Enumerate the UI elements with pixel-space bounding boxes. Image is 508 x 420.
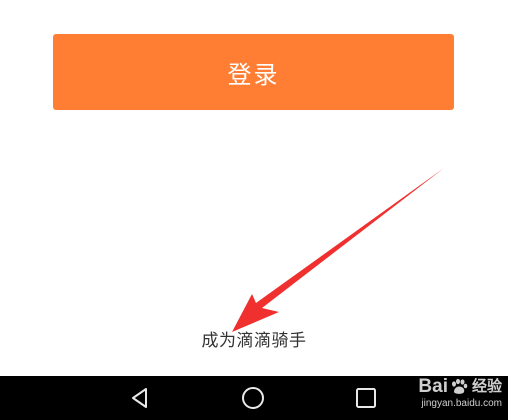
watermark-logo: Bai 经验 <box>418 377 502 396</box>
back-button[interactable] <box>118 376 162 420</box>
paw-icon <box>451 378 468 394</box>
become-rider-label: 成为滴滴骑手 <box>201 331 307 351</box>
home-icon <box>242 387 264 409</box>
recent-apps-icon <box>356 388 376 408</box>
become-rider-link[interactable]: 成为滴滴骑手 <box>0 326 508 351</box>
login-screen: 登录 成为滴滴骑手 Bai 经验 jingyan.baidu.com <box>0 0 508 420</box>
watermark-url: jingyan.baidu.com <box>421 398 502 409</box>
back-icon <box>132 388 147 408</box>
navigation-bar: Bai 经验 jingyan.baidu.com <box>0 376 508 420</box>
login-button-label: 登录 <box>227 60 280 89</box>
watermark-brand-left: Bai <box>418 376 448 397</box>
home-button[interactable] <box>231 376 275 420</box>
recent-apps-button[interactable] <box>344 376 388 420</box>
login-button[interactable]: 登录 <box>53 34 454 110</box>
watermark: Bai 经验 jingyan.baidu.com <box>418 377 502 409</box>
watermark-brand-right: 经验 <box>471 378 502 395</box>
